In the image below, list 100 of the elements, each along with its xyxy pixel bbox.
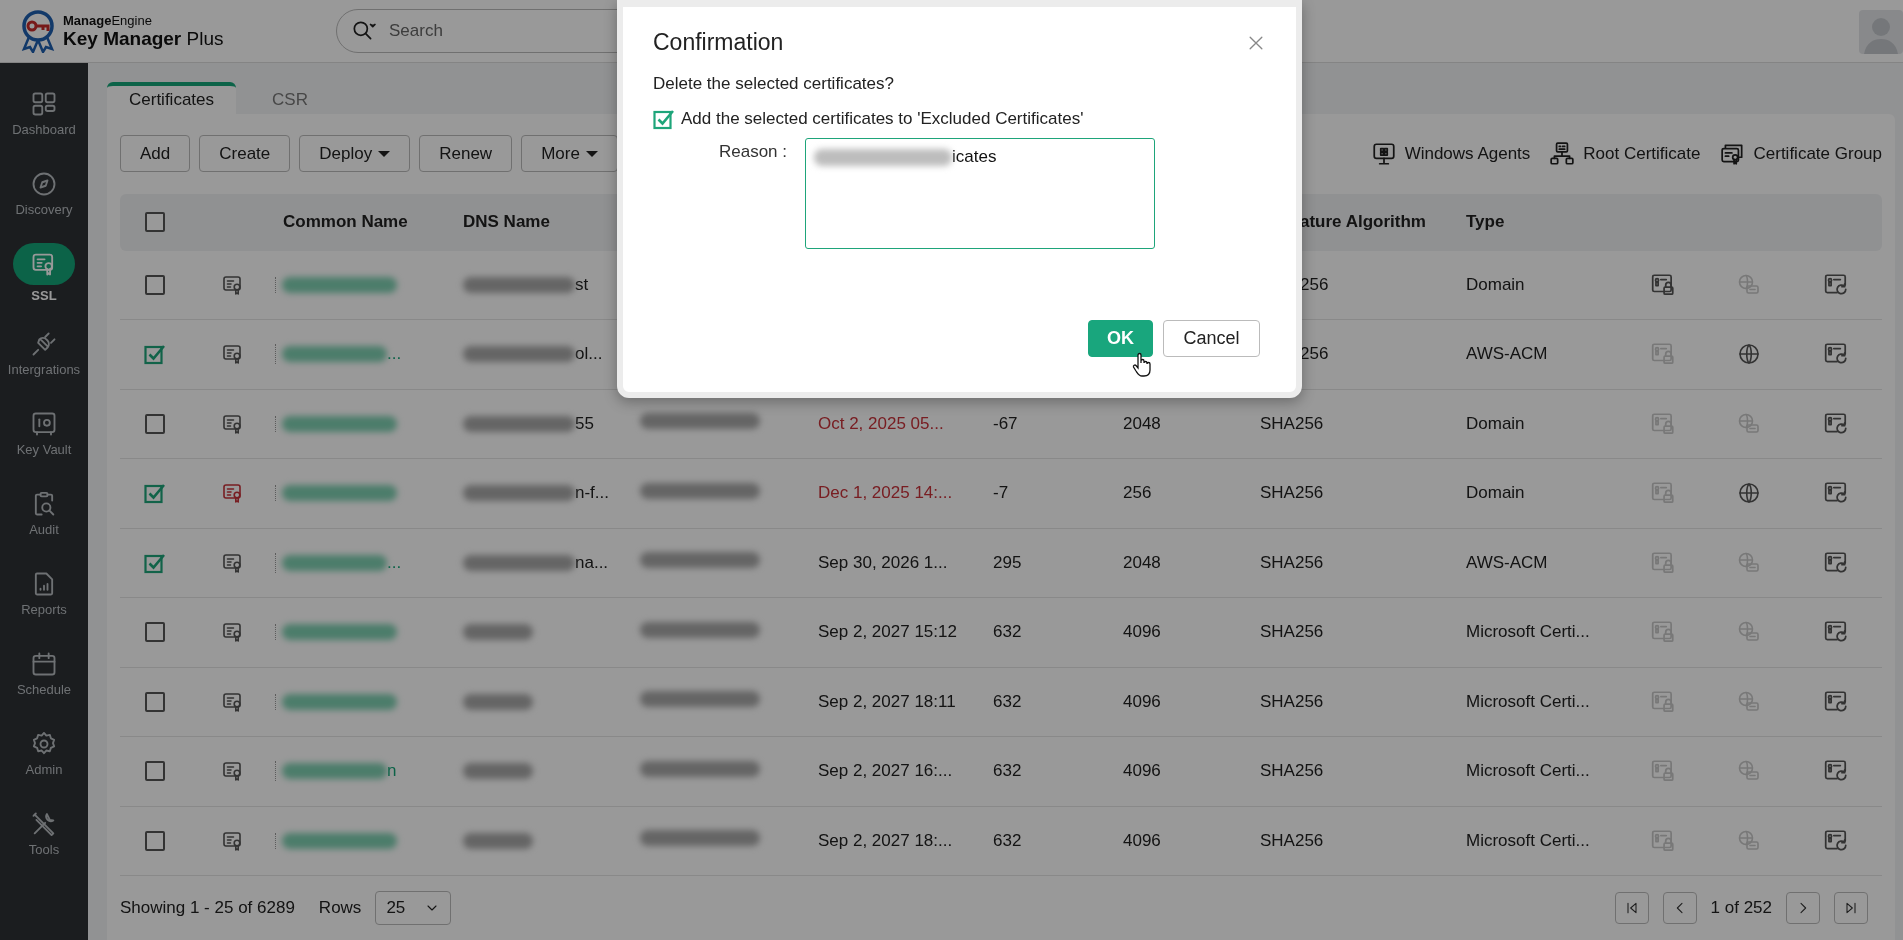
table-cell: AWS-ACM <box>1466 344 1548 364</box>
row-checkbox[interactable] <box>145 691 165 712</box>
table-cell: SHA256 <box>1260 761 1324 781</box>
nav-label[interactable]: Schedule <box>16 682 72 697</box>
table-cell: Domain <box>1466 483 1525 503</box>
plug-icon <box>30 330 58 358</box>
toolbar-link[interactable]: Certificate Group <box>1719 140 1882 167</box>
table-cell: 632 <box>993 691 1022 711</box>
row-checkbox[interactable] <box>144 482 166 505</box>
row-checkbox[interactable] <box>145 830 165 851</box>
toolbar-button[interactable]: Create <box>199 135 291 172</box>
table-cell: na... <box>575 552 609 573</box>
nav-label[interactable]: Intergrations <box>7 362 81 377</box>
checkbox-label[interactable]: Add the selected certificates to 'Excluded Certificates' <box>681 109 1084 129</box>
hand-cursor-icon <box>1132 352 1152 378</box>
table-cell: Sep 2, 2027 18:11 <box>818 691 956 711</box>
nav-label[interactable]: Tools <box>28 842 60 857</box>
certificate-renew-icon[interactable] <box>1823 827 1849 854</box>
dialog-title: Confirmation <box>653 29 784 56</box>
dropdown-button[interactable]: More <box>521 135 618 172</box>
table-cell: SHA256 <box>1260 622 1324 642</box>
toolbar-link[interactable]: Windows Agents <box>1370 140 1531 167</box>
table-cell: 256 <box>1300 274 1329 294</box>
reason-field[interactable]: icates <box>805 138 1155 249</box>
certificate-renew-icon[interactable] <box>1823 271 1849 298</box>
nav-label[interactable]: SSL <box>31 288 57 303</box>
nav-label[interactable]: Reports <box>21 602 67 617</box>
nav-label[interactable]: Admin <box>25 762 63 777</box>
table-cell: Oct 2, 2025 05... <box>818 413 944 433</box>
table-cell: 4096 <box>1123 830 1161 850</box>
grid-icon <box>30 90 58 118</box>
first-page-button[interactable] <box>1614 892 1649 924</box>
certificate-lock-icon[interactable] <box>1649 271 1676 298</box>
rows-select[interactable]: 25 <box>375 891 452 925</box>
safe-icon <box>30 410 58 438</box>
row-checkbox[interactable] <box>145 274 165 295</box>
table-cell: 295 <box>993 552 1022 572</box>
table-cell: Sep 2, 2027 15:12 <box>818 622 957 642</box>
table-cell: st <box>575 274 589 295</box>
last-page-icon <box>1843 900 1859 916</box>
reason-label: Reason : <box>718 142 787 162</box>
monitor-icon <box>1370 140 1397 167</box>
table-cell: n-f... <box>575 483 609 504</box>
row-checkbox[interactable] <box>145 413 165 434</box>
table-cell: 55 <box>575 413 594 434</box>
tab[interactable]: Certificates <box>107 82 237 114</box>
table-cell: Sep 2, 2027 18:... <box>818 830 953 850</box>
row-checkbox[interactable] <box>145 761 165 782</box>
table-cell: Microsoft Certi... <box>1466 622 1590 642</box>
table-cell: ol... <box>575 344 603 365</box>
table-cell: 2048 <box>1123 552 1161 572</box>
column-header[interactable]: Common Name <box>275 212 455 232</box>
dns-globe-icon[interactable] <box>1736 481 1761 506</box>
cancel-button[interactable]: Cancel <box>1163 320 1260 357</box>
table-cell: SHA256 <box>1260 413 1324 433</box>
select-all-checkbox[interactable] <box>145 212 165 232</box>
certificate-renew-icon[interactable] <box>1823 410 1849 437</box>
nav-label[interactable]: Discovery <box>15 202 73 217</box>
table-cell: 4096 <box>1123 622 1161 642</box>
table-cell: Dec 1, 2025 14:... <box>818 483 953 503</box>
certificate-renew-icon[interactable] <box>1823 549 1849 576</box>
table-cell: Microsoft Certi... <box>1466 830 1590 850</box>
dropdown-button[interactable]: Deploy <box>299 135 411 172</box>
table-cell: 256 <box>1300 344 1329 364</box>
toolbar-button[interactable]: Renew <box>419 135 513 172</box>
table-cell: SHA256 <box>1260 691 1324 711</box>
dialog-message: Delete the selected certificates? <box>653 74 895 94</box>
column-header[interactable]: Type <box>1458 212 1620 232</box>
dns-globe-icon[interactable] <box>1736 342 1761 367</box>
exclude-checkbox[interactable] <box>653 108 675 130</box>
hierarchy-icon <box>1549 140 1576 167</box>
redacted-text <box>463 832 533 849</box>
company-name: ManageEngine <box>63 14 153 27</box>
table-cell: -67 <box>993 413 1018 433</box>
ok-button[interactable]: OK <box>1088 320 1153 357</box>
table-cell: 632 <box>993 830 1022 850</box>
table-cell: Domain <box>1466 274 1525 294</box>
calendar-icon <box>30 650 58 678</box>
table-cell: 4096 <box>1123 691 1161 711</box>
redacted-text <box>463 624 533 641</box>
row-checkbox[interactable] <box>144 343 166 366</box>
toolbar-link[interactable]: Root Certificate <box>1549 140 1701 167</box>
rows-label: Rows <box>318 898 362 918</box>
nav-label[interactable]: Key Vault <box>16 442 72 457</box>
table-cell: Microsoft Certi... <box>1466 761 1590 781</box>
table-cell: AWS-ACM <box>1466 552 1548 572</box>
redacted-text <box>463 763 533 780</box>
tab[interactable]: CSR <box>250 82 330 114</box>
certificate-renew-icon[interactable] <box>1823 688 1849 715</box>
table-cell: -7 <box>993 483 1009 503</box>
last-page-button[interactable] <box>1834 892 1868 924</box>
row-checkbox[interactable] <box>145 622 165 643</box>
product-name: Key Manager Plus <box>63 29 224 48</box>
compass-icon <box>30 170 58 198</box>
table-cell: SHA256 <box>1260 483 1324 503</box>
nav-label[interactable]: Audit <box>29 522 59 537</box>
nav-icon-button[interactable] <box>13 243 75 285</box>
nav-label[interactable]: Dashboard <box>12 122 76 137</box>
toolbar-button[interactable]: Add <box>120 135 191 172</box>
table-cell: Sep 30, 2026 1... <box>818 552 948 572</box>
